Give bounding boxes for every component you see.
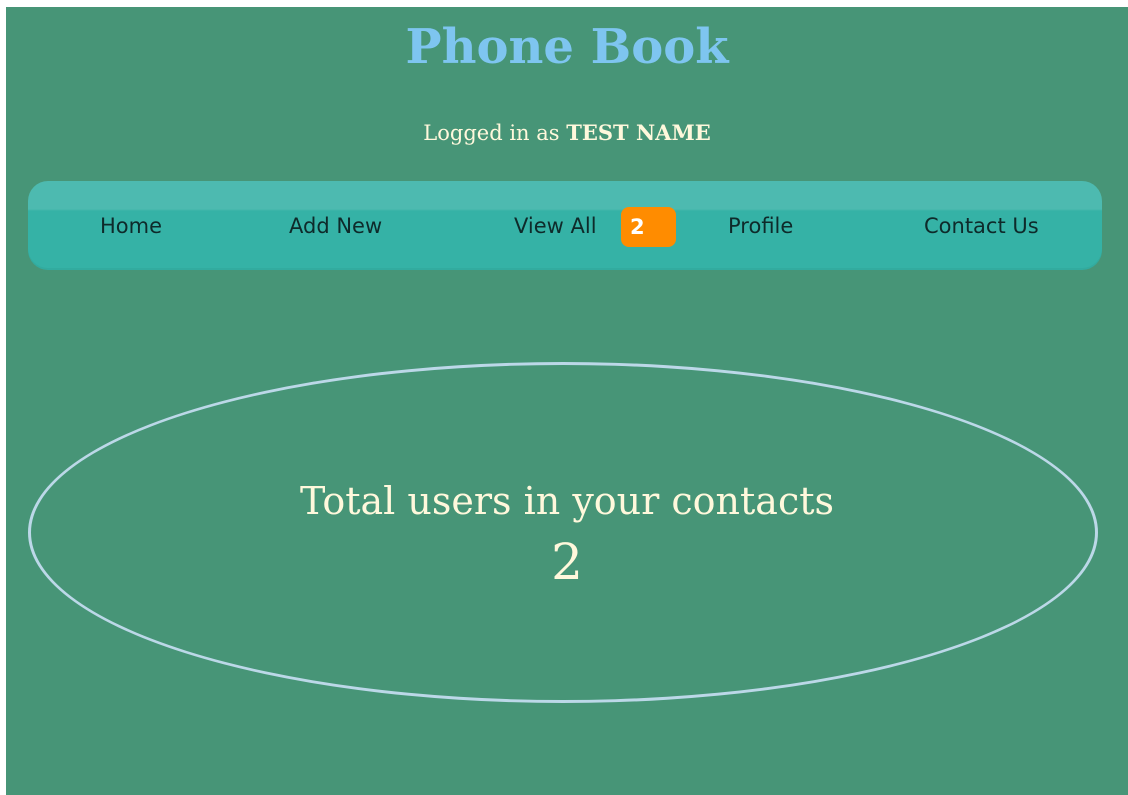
nav-profile-link[interactable]: Profile <box>728 209 793 243</box>
login-prefix: Logged in as <box>423 121 560 145</box>
nav-bar: Home Add New View All 2 Profile Contact … <box>28 181 1102 270</box>
nav-add-new-link[interactable]: Add New <box>289 209 382 243</box>
login-status: Logged in as TEST NAME <box>6 119 1128 147</box>
page-title: Phone Book <box>405 19 729 75</box>
view-all-count-badge: 2 <box>621 207 676 247</box>
username: TEST NAME <box>566 120 711 145</box>
nav-home-link[interactable]: Home <box>100 209 162 243</box>
nav-contact-us-link[interactable]: Contact Us <box>924 209 1039 243</box>
total-users-label: Total users in your contacts <box>299 479 835 523</box>
nav-view-all-link[interactable]: View All <box>514 209 597 243</box>
page: Phone Book Logged in as TEST NAME Home A… <box>6 7 1128 795</box>
total-users-count: 2 <box>551 533 583 591</box>
